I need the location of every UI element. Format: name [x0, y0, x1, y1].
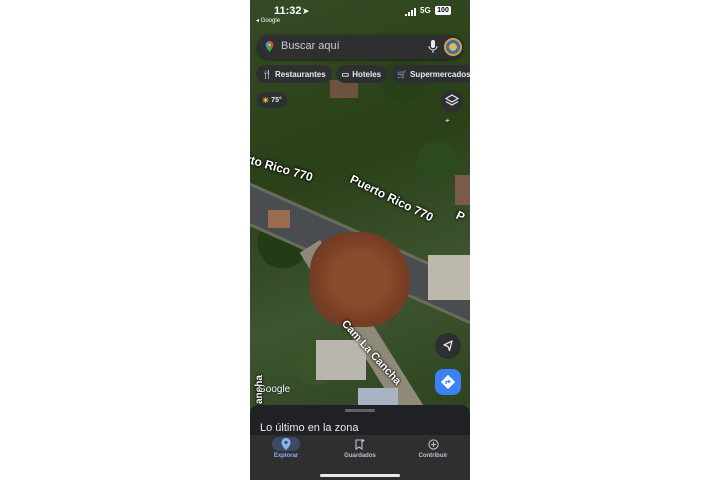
directions-icon [440, 374, 456, 390]
chip-hoteles[interactable]: ▭ Hoteles [335, 65, 388, 83]
status-bar: 11:32 ➤ ◂ Google 5G 100 [250, 0, 470, 26]
sun-cloud-icon: ☀ [262, 95, 270, 105]
home-indicator[interactable] [320, 474, 400, 477]
search-bar[interactable]: Buscar aquí [257, 35, 463, 59]
road-label: P [453, 208, 468, 225]
tab-guardados[interactable]: Guardados [330, 437, 390, 467]
building-roof [358, 388, 398, 405]
tab-contribuir[interactable]: Contribuir [403, 437, 463, 467]
nav-label: Guardados [344, 453, 376, 459]
sheet-title: Lo último en la zona [260, 422, 359, 434]
my-location-button[interactable] [435, 333, 461, 359]
sheet-drag-handle[interactable] [345, 409, 375, 412]
building-roof [455, 175, 470, 205]
nav-label: Explorar [273, 453, 299, 459]
chip-supermercados[interactable]: 🛒 Supermercados [391, 65, 470, 83]
building-roof [428, 255, 470, 300]
search-input[interactable]: Buscar aquí [281, 40, 340, 52]
layers-icon [444, 94, 460, 106]
bookmark-icon [346, 437, 374, 451]
cart-icon: 🛒 [397, 69, 408, 79]
weather-temperature: 75° [271, 96, 282, 104]
tab-explorar[interactable]: Explorar [256, 437, 316, 467]
chip-label: Restaurantes [274, 69, 326, 79]
back-to-app-link[interactable]: ◂ Google [256, 17, 280, 24]
layers-button[interactable] [441, 90, 463, 112]
mic-icon[interactable] [428, 40, 438, 54]
avatar[interactable] [444, 38, 462, 56]
battery-icon: 100 [435, 6, 451, 15]
directions-button[interactable] [435, 369, 461, 395]
weather-badge[interactable]: ☀ 75° [257, 92, 287, 108]
compass-icon[interactable]: ⌖ [445, 116, 450, 126]
maps-pin-icon [265, 41, 274, 52]
network-type: 5G [420, 6, 431, 15]
status-time: 11:32 [274, 5, 302, 17]
building-roof [268, 210, 290, 228]
category-chips: 🍴 Restaurantes ▭ Hoteles 🛒 Supermercados [256, 65, 470, 83]
road-label: erto Rico 770 [250, 150, 315, 185]
bottom-sheet[interactable]: Lo último en la zona [250, 405, 470, 435]
nav-label: Contribuir [418, 453, 448, 459]
chip-label: Hoteles [352, 69, 382, 79]
fork-knife-icon: 🍴 [262, 69, 272, 79]
google-watermark: Google [258, 384, 291, 395]
add-circle-icon [419, 437, 447, 451]
phone-screen: erto Rico 770 Puerto Rico 770 P Cam La C… [250, 0, 470, 480]
location-arrow-icon: ➤ [302, 6, 310, 16]
navigation-arrow-icon [443, 340, 453, 352]
signal-icon [405, 8, 417, 16]
road-label: Puerto Rico 770 [347, 172, 436, 225]
explore-pin-icon [272, 437, 300, 451]
chip-restaurantes[interactable]: 🍴 Restaurantes [256, 65, 332, 83]
chip-label: Supermercados [410, 69, 470, 79]
bed-icon: ▭ [341, 69, 350, 79]
dirt-lot [310, 232, 410, 327]
